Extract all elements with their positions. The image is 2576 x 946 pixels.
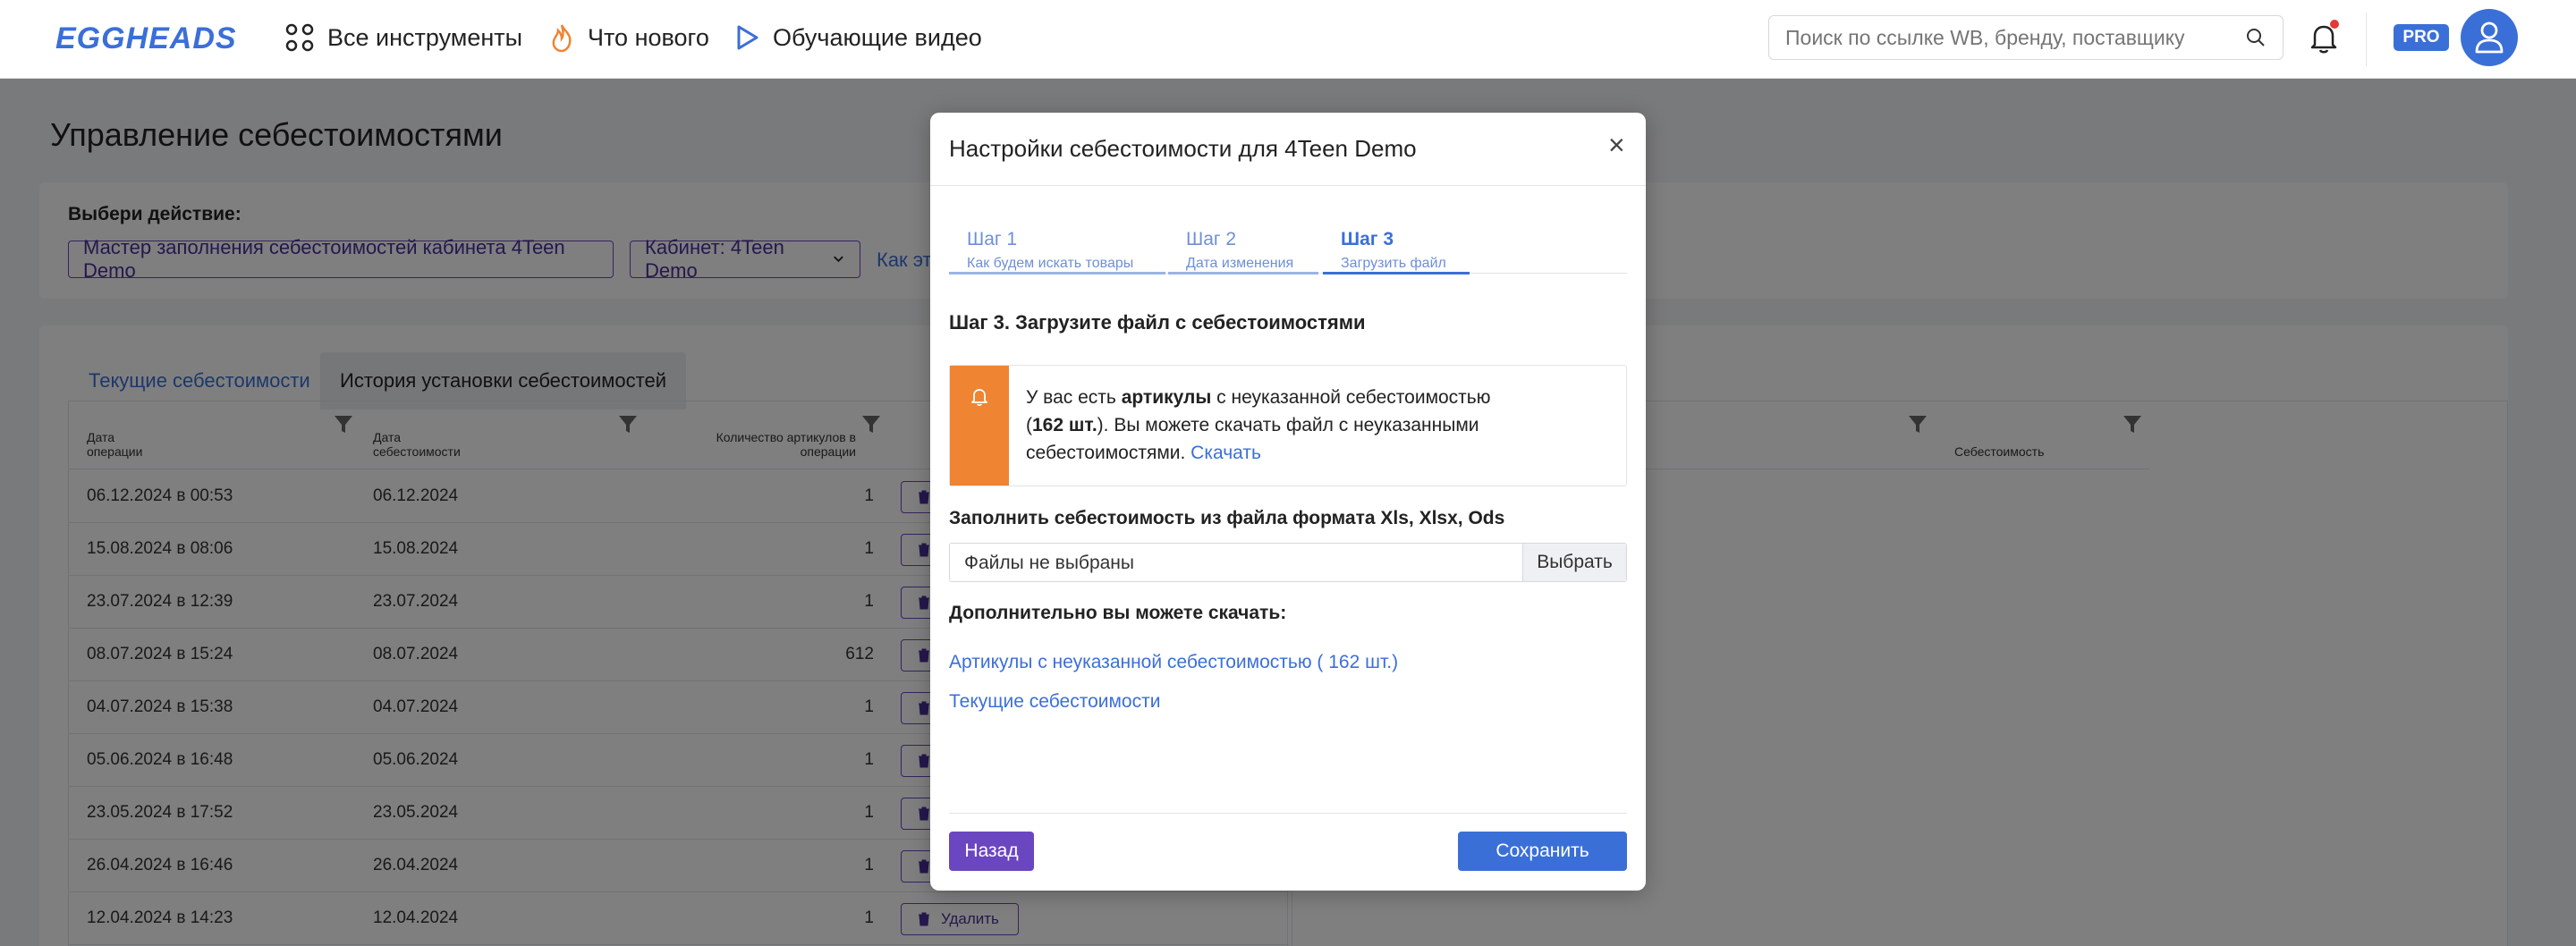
- file-upload-label: Заполнить себестоимость из файла формата…: [949, 508, 1505, 528]
- modal-title: Настройки себестоимости для 4Teen Demo: [949, 135, 1417, 162]
- nav-whats-new[interactable]: Что нового: [548, 20, 709, 55]
- wizard-steps: Шаг 1 Как будем искать товары Шаг 2 Дата…: [949, 229, 1627, 275]
- back-button[interactable]: Назад: [949, 832, 1034, 871]
- alert-message: У вас есть артикулы с неуказанной себест…: [1026, 387, 1491, 463]
- nav-all-tools-label: Все инструменты: [327, 23, 523, 51]
- choose-file-button[interactable]: Выбрать: [1522, 544, 1626, 581]
- logo[interactable]: EGGHEADS: [55, 21, 237, 56]
- notification-badge: [2330, 20, 2339, 29]
- modal-header: Настройки себестоимости для 4Teen Demo ×: [930, 113, 1646, 186]
- search-box[interactable]: [1768, 15, 2284, 60]
- search-icon[interactable]: [2245, 27, 2267, 48]
- avatar[interactable]: [2461, 9, 2518, 66]
- user-icon: [2475, 21, 2504, 54]
- search-input[interactable]: [1785, 25, 2245, 50]
- close-button[interactable]: ×: [1608, 129, 1625, 162]
- file-upload-input[interactable]: Файлы не выбраны Выбрать: [949, 543, 1627, 582]
- pro-badge[interactable]: PRO: [2394, 24, 2449, 51]
- divider: [2366, 13, 2367, 66]
- nav-all-tools[interactable]: Все инструменты: [284, 20, 522, 55]
- nav-whats-new-label: Что нового: [588, 23, 709, 51]
- download-current-costs-link[interactable]: Текущие себестоимости: [949, 691, 1160, 713]
- step-2[interactable]: Шаг 2 Дата изменения: [1168, 229, 1318, 275]
- save-button[interactable]: Сохранить: [1458, 832, 1627, 871]
- nav-tutorial-videos-label: Обучающие видео: [773, 23, 982, 51]
- missing-costs-alert: У вас есть артикулы с неуказанной себест…: [949, 365, 1627, 486]
- file-upload-value: Файлы не выбраны: [964, 553, 1134, 573]
- step-1[interactable]: Шаг 1 Как будем искать товары: [949, 229, 1165, 275]
- extra-downloads-label: Дополнительно вы можете скачать:: [949, 603, 1287, 623]
- top-navigation-bar: EGGHEADS Все инструменты Что нового Обуч…: [0, 0, 2576, 79]
- bell-icon: [971, 389, 987, 407]
- download-link[interactable]: Скачать: [1191, 443, 1261, 463]
- nav-tutorial-videos[interactable]: Обучающие видео: [733, 20, 982, 55]
- download-missing-articles-link[interactable]: Артикулы с неуказанной себестоимостью ( …: [949, 652, 1398, 673]
- step-heading: Шаг 3. Загрузите файл с себестоимостями: [949, 311, 1366, 334]
- cost-settings-modal: Настройки себестоимости для 4Teen Demo ×…: [930, 113, 1646, 891]
- flame-icon: [552, 24, 572, 53]
- apps-grid-icon: [285, 23, 314, 52]
- alert-icon-box: [950, 366, 1009, 486]
- step-3[interactable]: Шаг 3 Загрузить файл: [1323, 229, 1470, 275]
- play-icon: [737, 25, 758, 50]
- modal-footer-divider: [949, 813, 1627, 814]
